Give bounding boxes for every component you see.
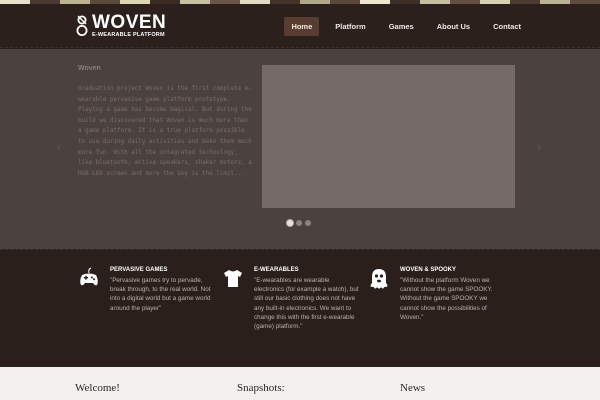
hero-title: Woven [78, 65, 101, 72]
feature-title: E-WEARABLES [254, 267, 299, 273]
snapshots-heading: Snapshots: [237, 382, 285, 394]
logo-subtitle: E-WEARABLE PLATFORM [92, 32, 165, 38]
prev-slide-arrow-icon[interactable]: ‹ [56, 137, 62, 156]
hero-text: Woven Graduation project Woven is the fi… [78, 65, 253, 179]
welcome-heading: Welcome! [75, 382, 120, 394]
feature-body: "Pervasive games try to pervade, break t… [110, 277, 211, 312]
feature-title: PERVASIVE GAMES [110, 267, 168, 273]
tshirt-icon [222, 267, 244, 293]
woven-logo-icon [75, 14, 89, 38]
logo-title: WOVEN [92, 12, 167, 33]
nav-contact[interactable]: Contact [486, 17, 528, 36]
features-section: PERVASIVE GAMES "Pervasive games try to … [0, 251, 600, 367]
hero-body: Graduation project Woven is the first co… [78, 86, 252, 177]
divider [0, 249, 600, 250]
content-section: Welcome! Snapshots: News [0, 367, 600, 400]
slider-dot-2[interactable] [296, 220, 302, 226]
feature-title: WOVEN & SPOOKY [400, 267, 457, 273]
main-nav: Home Platform Games About Us Contact [275, 17, 528, 36]
ghost-icon [368, 267, 390, 293]
nav-games[interactable]: Games [382, 17, 421, 36]
nav-home[interactable]: Home [284, 17, 320, 36]
hero-slider: Woven Graduation project Woven is the fi… [0, 49, 600, 249]
slider-dot-3[interactable] [305, 220, 311, 226]
slide-image [262, 65, 515, 208]
gamepad-icon [78, 267, 100, 293]
news-heading: News [400, 382, 426, 394]
feature-body: "Without the platform Woven we cannot sh… [400, 277, 493, 321]
site-header: WOVEN E-WEARABLE PLATFORM Home Platform … [0, 4, 600, 48]
feature-body: "E-wearables are wearable electronics (f… [254, 277, 359, 331]
nav-platform[interactable]: Platform [328, 17, 372, 36]
slider-dot-1[interactable] [287, 220, 293, 226]
next-slide-arrow-icon[interactable]: › [536, 137, 542, 156]
slider-pagination [287, 220, 314, 226]
logo[interactable]: WOVEN E-WEARABLE PLATFORM [75, 12, 167, 39]
nav-about-us[interactable]: About Us [430, 17, 477, 36]
